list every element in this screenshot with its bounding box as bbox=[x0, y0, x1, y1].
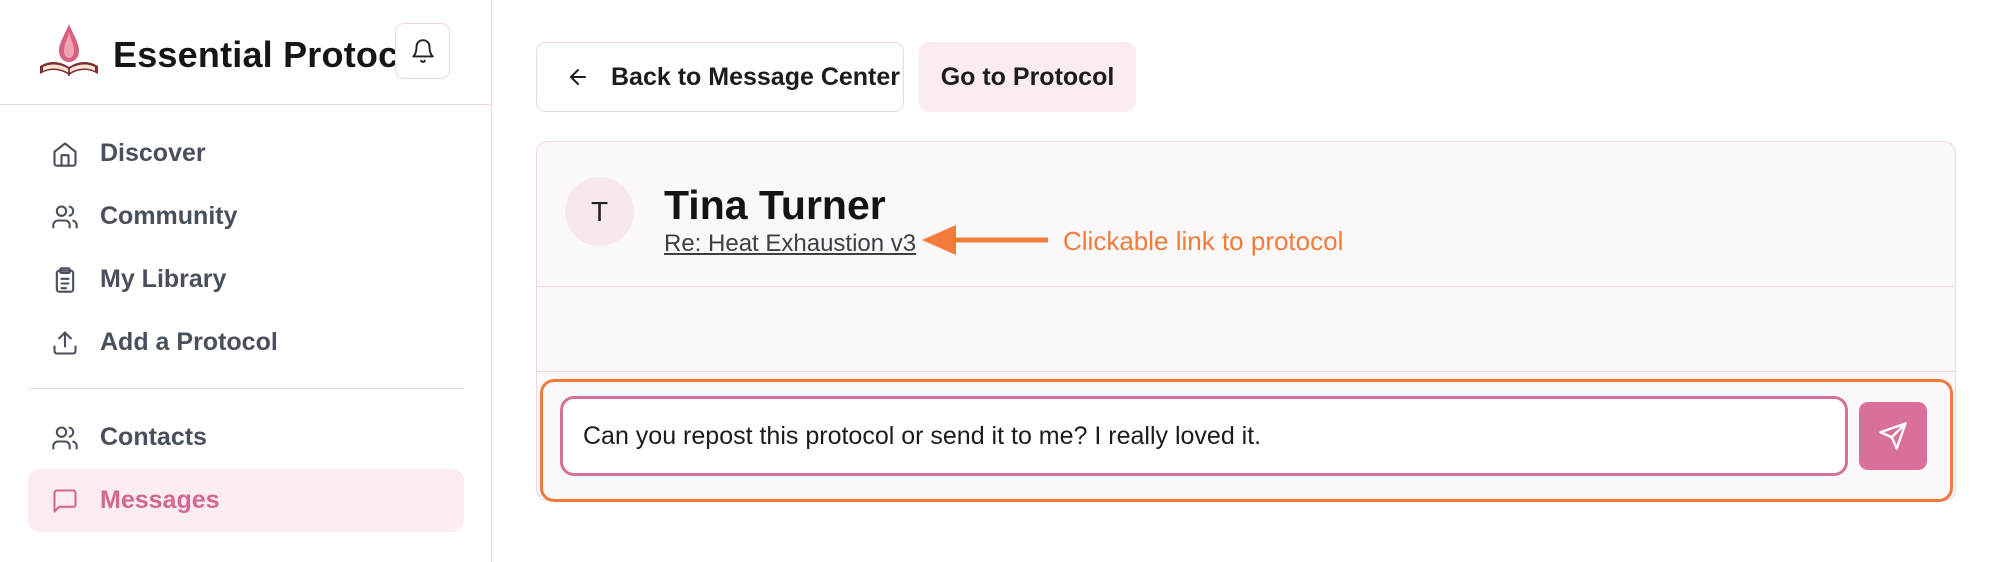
conversation-header: T Tina Turner Re: Heat Exhaustion v3 bbox=[537, 142, 1955, 287]
home-icon bbox=[50, 139, 80, 169]
sidebar-item-messages[interactable]: Messages bbox=[28, 469, 464, 532]
sidebar-item-label: Messages bbox=[100, 486, 220, 514]
sidebar-item-label: Community bbox=[100, 202, 238, 230]
brand-header: Essential Protocol bbox=[0, 0, 492, 105]
message-square-icon bbox=[50, 486, 80, 516]
sidebar-item-label: My Library bbox=[100, 265, 227, 293]
contact-name: Tina Turner bbox=[664, 182, 886, 228]
back-to-message-center-button[interactable]: Back to Message Center bbox=[536, 42, 904, 112]
send-icon bbox=[1879, 422, 1907, 450]
sidebar-item-my-library[interactable]: My Library bbox=[28, 248, 464, 311]
go-button-label: Go to Protocol bbox=[940, 62, 1115, 91]
annotation-arrow-icon bbox=[922, 225, 1048, 255]
users-icon bbox=[50, 202, 80, 232]
back-button-label: Back to Message Center bbox=[611, 62, 901, 91]
users-icon bbox=[50, 423, 80, 453]
bell-icon bbox=[411, 39, 434, 63]
avatar: T bbox=[565, 177, 634, 246]
notifications-button[interactable] bbox=[395, 23, 450, 79]
sidebar-item-discover[interactable]: Discover bbox=[28, 122, 464, 185]
book-drop-logo bbox=[40, 24, 98, 76]
sidebar: Essential Protocol Discover Community My… bbox=[0, 0, 492, 562]
send-button[interactable] bbox=[1859, 402, 1927, 470]
sidebar-item-label: Discover bbox=[100, 139, 206, 167]
annotation-label: Clickable link to protocol bbox=[1063, 226, 1344, 256]
message-thread bbox=[537, 287, 1955, 372]
protocol-subject-link[interactable]: Re: Heat Exhaustion v3 bbox=[664, 230, 916, 258]
app-title: Essential Protocol bbox=[113, 34, 431, 75]
sidebar-item-label: Contacts bbox=[100, 423, 207, 451]
upload-icon bbox=[50, 328, 80, 358]
go-to-protocol-button[interactable]: Go to Protocol bbox=[919, 42, 1136, 112]
sidebar-item-add-protocol[interactable]: Add a Protocol bbox=[28, 311, 464, 374]
message-input[interactable] bbox=[560, 396, 1848, 476]
sidebar-nav: Discover Community My Library Add a Prot… bbox=[28, 122, 464, 532]
sidebar-item-contacts[interactable]: Contacts bbox=[28, 406, 464, 469]
sidebar-item-community[interactable]: Community bbox=[28, 185, 464, 248]
sidebar-divider bbox=[28, 388, 464, 389]
clipboard-icon bbox=[50, 265, 80, 295]
sidebar-item-label: Add a Protocol bbox=[100, 328, 278, 356]
arrow-left-icon bbox=[565, 64, 591, 90]
